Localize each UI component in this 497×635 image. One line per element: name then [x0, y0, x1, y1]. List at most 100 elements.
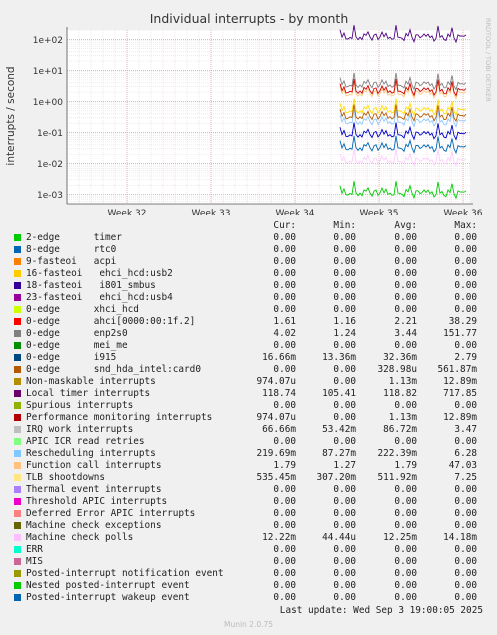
legend-row: Machine check polls 12.22m 44.44u 12.25m 14.… — [0, 532, 497, 544]
legend-label: TLB shootdowns — [26, 472, 106, 483]
legend-label: 9-fasteoi acpi — [26, 256, 117, 267]
legend-row: 0-edge snd_hda_intel:card0 0.00 0.00 328.98… — [0, 364, 497, 376]
legend-row: 0-edge enp2s0 4.02 1.24 3.44 151.77 — [0, 328, 497, 340]
legend-label: Local timer interrupts — [26, 388, 151, 399]
legend-min: 0.00 — [333, 268, 356, 279]
legend-swatch — [14, 426, 21, 433]
legend-label: 0-edge ahci[0000:00:1f.2] — [26, 316, 196, 327]
legend-max: 0.00 — [454, 232, 477, 243]
legend-label: Rescheduling interrupts — [26, 448, 156, 459]
legend-swatch — [14, 486, 21, 493]
legend-row: Non-maskable interrupts 974.07u 0.00 1.13m 1… — [0, 376, 497, 388]
legend-min: 1.27 — [333, 460, 356, 471]
legend-label: Performance monitoring interrupts — [26, 412, 213, 423]
legend-swatch — [14, 462, 21, 469]
legend-min: 0.00 — [333, 436, 356, 447]
legend-swatch — [14, 234, 21, 241]
legend-row: APIC ICR read retries 0.00 0.00 0.00 0.00 — [0, 436, 497, 448]
legend-max: 0.00 — [454, 520, 477, 531]
legend-min: 0.00 — [333, 568, 356, 579]
legend-swatch — [14, 366, 21, 373]
legend-label: IRQ work interrupts — [26, 424, 134, 435]
x-tick-label: Week 34 — [276, 209, 315, 215]
legend-max: 0.00 — [454, 508, 477, 519]
legend-max: 0.00 — [454, 592, 477, 603]
legend-swatch — [14, 534, 21, 541]
legend-max: 0.00 — [454, 280, 477, 291]
chart: 1e+02 1e+01 1e+00 1e-01 1e-02 1e-03 Week 32 Wee… — [5, 11, 492, 215]
legend-max: 717.85 — [443, 388, 477, 399]
legend-swatch — [14, 390, 21, 397]
legend-swatch — [14, 258, 21, 265]
legend-max: 0.00 — [454, 304, 477, 315]
legend-max: 0.00 — [454, 340, 477, 351]
x-tick-label: Week 32 — [108, 209, 147, 215]
legend-min: 1.16 — [333, 316, 356, 327]
legend-row: Deferred Error APIC interrupts 0.00 0.00 0.… — [0, 508, 497, 520]
legend-label: 8-edge rtc0 — [26, 244, 117, 255]
legend-label: Thermal event interrupts — [26, 484, 162, 495]
legend-min: 0.00 — [333, 304, 356, 315]
legend-row: 23-fasteoi ehci_hcd:usb4 0.00 0.00 0.00 0.00 — [0, 292, 497, 304]
legend-label: ERR — [26, 544, 43, 555]
legend-min: 0.00 — [333, 232, 356, 243]
legend-row: Function call interrupts 1.79 1.27 1.79 47.0… — [0, 460, 497, 472]
y-tick-label: 1e-02 — [37, 160, 63, 170]
legend-swatch — [14, 570, 21, 577]
header-min: Min: — [333, 220, 356, 231]
legend-min: 0.00 — [333, 292, 356, 303]
legend-max: 2.79 — [454, 352, 477, 363]
legend-row: 0-edge xhci_hcd 0.00 0.00 0.00 0.00 — [0, 304, 497, 316]
legend-row: Threshold APIC interrupts 0.00 0.00 0.00 0.0… — [0, 496, 497, 508]
legend-row: Nested posted-interrupt event 0.00 0.00 0.0… — [0, 580, 497, 592]
legend-row: Thermal event interrupts 0.00 0.00 0.00 0.00 — [0, 484, 497, 496]
legend-label: Deferred Error APIC interrupts — [26, 508, 196, 519]
legend-min: 0.00 — [333, 580, 356, 591]
legend-label: Machine check exceptions — [26, 520, 162, 531]
legend-min: 0.00 — [333, 412, 356, 423]
legend-min: 0.00 — [333, 376, 356, 387]
legend-min: 0.00 — [333, 400, 356, 411]
legend-min: 0.00 — [333, 496, 356, 507]
last-update: Last update: Wed Sep 3 19:00:05 2025 — [279, 605, 483, 616]
x-tick-label: Week 35 — [360, 209, 399, 215]
munin-version: Munin 2.0.75 — [223, 620, 274, 629]
legend-min: 0.00 — [333, 280, 356, 291]
legend-min: 0.00 — [333, 520, 356, 531]
legend-row: 2-edge timer 0.00 0.00 0.00 0.00 — [0, 232, 497, 244]
legend-label: Posted-interrupt notification event — [26, 568, 224, 579]
legend-swatch — [14, 450, 21, 457]
legend-row: Rescheduling interrupts 219.69m 87.27m 222.… — [0, 448, 497, 460]
legend-max: 0.00 — [454, 268, 477, 279]
legend-swatch — [14, 294, 21, 301]
legend-max: 0.00 — [454, 244, 477, 255]
legend-label: 0-edge i915 — [26, 352, 117, 363]
legend-max: 0.00 — [454, 544, 477, 555]
side-label: RRDTOOL / TOBI OETIKER — [484, 18, 492, 102]
legend-min: 87.27m — [322, 448, 356, 459]
legend-min: 0.00 — [333, 544, 356, 555]
legend-label: Machine check polls — [26, 532, 134, 543]
legend-swatch — [14, 246, 21, 253]
legend-swatch — [14, 330, 21, 337]
legend-max: 38.29 — [448, 316, 477, 327]
legend-row: 16-fasteoi ehci_hcd:usb2 0.00 0.00 0.00 0.00 — [0, 268, 497, 280]
legend-swatch — [14, 438, 21, 445]
legend-swatch — [14, 342, 21, 349]
legend-swatch — [14, 558, 21, 565]
legend-label: 2-edge timer — [26, 232, 122, 243]
legend-row: 9-fasteoi acpi 0.00 0.00 0.00 0.00 — [0, 256, 497, 268]
legend-min: 1.24 — [333, 328, 356, 339]
legend-swatch — [14, 582, 21, 589]
legend-max: 561.87m — [437, 364, 477, 375]
legend-label: Posted-interrupt wakeup event — [26, 592, 190, 603]
legend-header: Cur: Min: Avg: Max: — [0, 220, 497, 232]
legend-label: Non-maskable interrupts — [26, 376, 156, 387]
legend-row: Spurious interrupts 0.00 0.00 0.00 0.00 — [0, 400, 497, 412]
legend-row: TLB shootdowns 535.45m 307.20m 511.92m 7.25 — [0, 472, 497, 484]
legend-label: 16-fasteoi ehci_hcd:usb2 — [26, 268, 173, 279]
legend-min: 53.42m — [322, 424, 356, 435]
y-tick-label: 1e+00 — [33, 98, 64, 108]
legend-label: 0-edge xhci_hcd — [26, 304, 139, 315]
legend-max: 6.28 — [454, 448, 477, 459]
